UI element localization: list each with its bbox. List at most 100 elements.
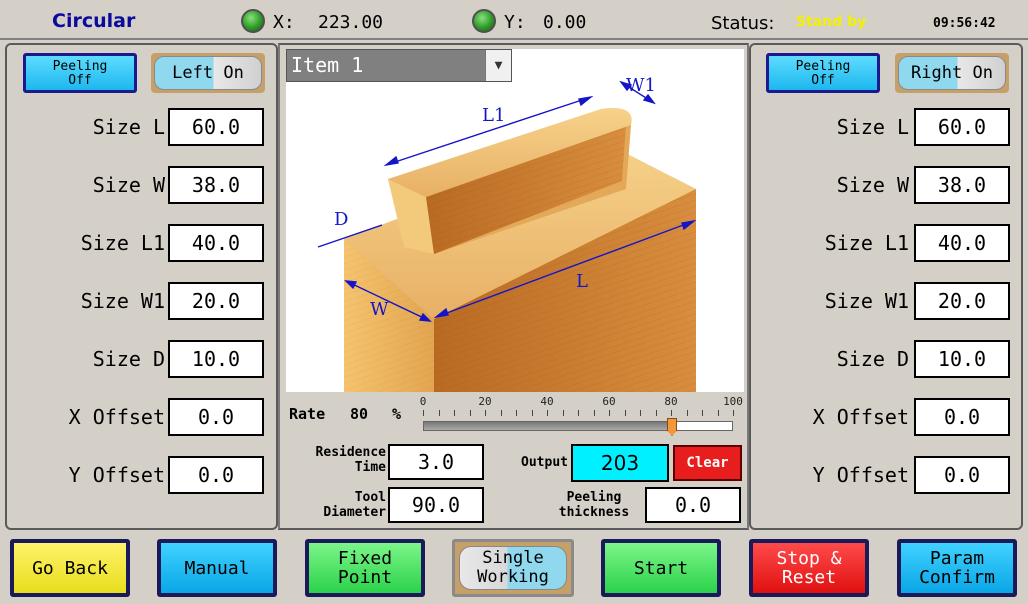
output-value: 203 xyxy=(571,444,669,482)
diagram-label-d: D xyxy=(334,209,348,230)
center-panel: L1 W1 D W L Item 1 ▼ Rate 80 % 0 20 40 60 80… xyxy=(278,43,749,530)
slider-tick-mark xyxy=(500,410,502,416)
slider-tick-label: 20 xyxy=(478,395,492,408)
y-value: 0.00 xyxy=(543,12,587,33)
right-size-w1-label: Size W1 xyxy=(824,289,909,313)
right-size-w-field[interactable]: 38.0 xyxy=(914,166,1010,204)
slider-tick-mark xyxy=(671,410,672,416)
left-y-offset-field[interactable]: 0.0 xyxy=(168,456,264,494)
rate-slider-thumb[interactable] xyxy=(667,418,677,436)
x-label: X: xyxy=(273,12,295,33)
left-size-d-field[interactable]: 10.0 xyxy=(168,340,264,378)
diagram-label-w1: W1 xyxy=(626,75,656,96)
right-size-w1-field[interactable]: 20.0 xyxy=(914,282,1010,320)
status-bar: Circular X: 223.00 Y: 0.00 Status: Stand… xyxy=(0,0,1028,40)
slider-tick-mark xyxy=(609,410,610,416)
right-size-l-field[interactable]: 60.0 xyxy=(914,108,1010,146)
left-panel: Peeling Off Left On Size L 60.0 Size W 38.0… xyxy=(5,43,278,530)
slider-tick-label: 0 xyxy=(419,395,427,408)
manual-button[interactable]: Manual xyxy=(157,539,277,597)
right-size-d-label: Size D xyxy=(836,347,909,371)
slider-tick-mark xyxy=(469,410,471,416)
slider-tick-mark xyxy=(702,410,703,416)
left-size-w1-field[interactable]: 20.0 xyxy=(168,282,264,320)
right-peeling-button[interactable]: Peeling Off xyxy=(766,53,880,93)
diagram-label-l1: L1 xyxy=(482,105,505,126)
residence-time-field[interactable]: 3.0 xyxy=(388,444,484,480)
slider-tick-mark xyxy=(686,410,688,416)
slider-tick-mark xyxy=(516,410,517,416)
right-on-toggle[interactable]: Right On xyxy=(895,53,1009,93)
diagram-label-w: W xyxy=(370,299,389,320)
left-size-l1-field[interactable]: 40.0 xyxy=(168,224,264,262)
fixed-point-button[interactable]: Fixed Point xyxy=(305,539,425,597)
right-x-offset-label: X Offset xyxy=(812,405,909,429)
right-size-l-label: Size L xyxy=(836,115,909,139)
slider-tick-mark xyxy=(578,410,579,416)
slider-tick-label: 60 xyxy=(602,395,616,408)
right-panel: Peeling Off Right On Size L 60.0 Size W 38.… xyxy=(749,43,1023,530)
item-select-value: Item 1 xyxy=(291,53,364,77)
rate-slider[interactable]: 0 20 40 60 80 100 xyxy=(419,395,743,436)
right-size-l1-field[interactable]: 40.0 xyxy=(914,224,1010,262)
x-axis-led-icon xyxy=(241,9,265,33)
slider-tick-mark xyxy=(485,410,486,416)
rate-slider-fill xyxy=(424,422,671,430)
single-working-toggle[interactable]: Single Working xyxy=(452,539,574,597)
left-x-offset-field[interactable]: 0.0 xyxy=(168,398,264,436)
slider-tick-mark xyxy=(531,410,533,416)
start-button[interactable]: Start xyxy=(601,539,721,597)
left-on-toggle[interactable]: Left On xyxy=(151,53,265,93)
stop-reset-button[interactable]: Stop & Reset xyxy=(749,539,869,597)
right-size-w-label: Size W xyxy=(836,173,909,197)
right-size-d-field[interactable]: 10.0 xyxy=(914,340,1010,378)
y-axis-led-icon xyxy=(472,9,496,33)
slider-tick-mark xyxy=(423,410,424,416)
peeling-thickness-label: Peeling thickness xyxy=(558,490,630,520)
peeling-thickness-field[interactable]: 0.0 xyxy=(645,487,741,523)
bottom-toolbar: Go Back Manual Fixed Point Single Workin… xyxy=(0,534,1028,604)
param-confirm-button[interactable]: Param Confirm xyxy=(897,539,1017,597)
left-size-w-label: Size W xyxy=(92,173,165,197)
left-peeling-button[interactable]: Peeling Off xyxy=(23,53,137,93)
slider-tick-mark xyxy=(562,410,564,416)
app-title: Circular xyxy=(52,10,136,32)
tool-diameter-field[interactable]: 90.0 xyxy=(388,487,484,523)
left-y-offset-label: Y Offset xyxy=(68,463,165,487)
slider-tick-label: 40 xyxy=(540,395,554,408)
clock: 09:56:42 xyxy=(933,16,996,31)
left-size-l-field[interactable]: 60.0 xyxy=(168,108,264,146)
left-size-w1-label: Size W1 xyxy=(80,289,165,313)
right-y-offset-field[interactable]: 0.0 xyxy=(914,456,1010,494)
wood-block-illustration: L1 W1 D W L xyxy=(317,75,697,392)
slider-tick-mark xyxy=(640,410,641,416)
item-select[interactable]: Item 1 ▼ xyxy=(286,49,512,82)
clear-button[interactable]: Clear xyxy=(673,445,742,481)
diagram-label-l: L xyxy=(576,271,588,292)
slider-tick-mark xyxy=(717,410,719,416)
rate-label: Rate xyxy=(289,405,326,423)
residence-time-label: Residence Time xyxy=(315,445,386,475)
slider-tick-label: 100 xyxy=(723,395,743,408)
right-size-l1-label: Size L1 xyxy=(824,231,909,255)
tool-diameter-label: Tool Diameter xyxy=(323,490,386,520)
slider-tick-mark xyxy=(733,410,734,416)
left-x-offset-label: X Offset xyxy=(68,405,165,429)
slider-tick-mark xyxy=(454,410,455,416)
right-x-offset-field[interactable]: 0.0 xyxy=(914,398,1010,436)
status-label: Status: xyxy=(711,13,775,34)
single-working-label: Single Working xyxy=(459,546,567,590)
left-toggle-label: Left On xyxy=(154,56,262,90)
output-label: Output xyxy=(521,455,568,470)
right-toggle-label: Right On xyxy=(898,56,1006,90)
chevron-down-icon[interactable]: ▼ xyxy=(485,50,511,81)
left-size-d-label: Size D xyxy=(92,347,165,371)
slider-tick-mark xyxy=(547,410,548,416)
slider-tick-label: 80 xyxy=(664,395,678,408)
rate-value: 80 xyxy=(350,405,369,423)
y-label: Y: xyxy=(504,12,526,33)
left-size-w-field[interactable]: 38.0 xyxy=(168,166,264,204)
slider-tick-mark xyxy=(624,410,626,416)
go-back-button[interactable]: Go Back xyxy=(10,539,130,597)
rate-slider-track[interactable] xyxy=(423,418,733,436)
